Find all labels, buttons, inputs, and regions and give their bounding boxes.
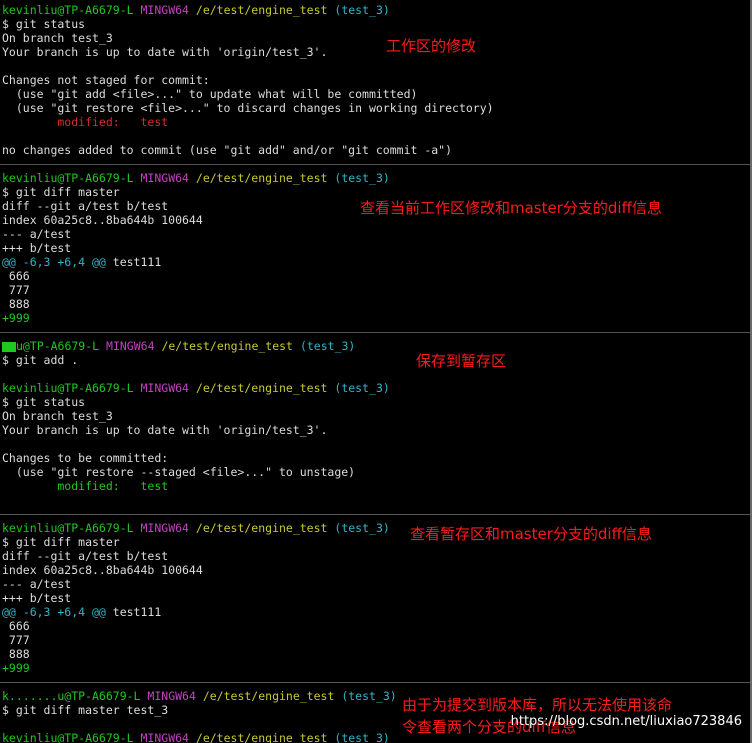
output-line: Changes to be committed:: [2, 451, 169, 465]
modified-line: modified: test: [2, 115, 168, 129]
diff-added: +999: [2, 311, 30, 325]
command-line: $ git add .: [2, 353, 79, 367]
prompt-user: kevinliu@TP-A6679-L: [2, 731, 134, 743]
prompt-branch: (test_3): [341, 689, 397, 703]
prompt-path: /e/test/engine_test: [202, 689, 335, 703]
output-line: (use "git add <file>..." to update what …: [2, 87, 418, 101]
terminal-window[interactable]: kevinliu@TP-A6679-L MINGW64 /e/test/engi…: [0, 0, 752, 743]
annotation-working-changes: 工作区的修改: [386, 37, 477, 55]
modified-line: modified: test: [2, 479, 168, 493]
output-line: no changes added to commit (use "git add…: [2, 143, 453, 157]
annotation-diff-staged: 查看暂存区和master分支的diff信息: [410, 525, 652, 543]
prompt-line: u@TP-A6679-L MINGW64 /e/test/engine_test…: [2, 339, 355, 353]
prompt-line: kevinliu@TP-A6679-L MINGW64 /e/test/engi…: [2, 731, 390, 743]
annotation-not-committed-line1: 由于为提交到版本库，所以无法使用该命: [402, 696, 673, 714]
prompt-path: /e/test/engine_test: [195, 731, 328, 743]
prompt-env: MINGW64: [140, 381, 189, 395]
hunk-range: @@ -6,3 +6,4 @@: [2, 255, 106, 269]
command-line: $ git diff master test_3: [2, 703, 169, 717]
diff-context: 777: [2, 633, 30, 647]
modified-file: test: [140, 479, 169, 493]
output-line: On branch test_3: [2, 409, 113, 423]
diff-index: index 60a25c8..8ba644b 100644: [2, 213, 203, 227]
prompt-user: k.......u@TP-A6679-L: [2, 689, 141, 703]
command-line: $ git diff master: [2, 535, 120, 549]
output-line: Changes not staged for commit:: [2, 73, 210, 87]
prompt-env: MINGW64: [140, 3, 189, 17]
prompt-line: kevinliu@TP-A6679-L MINGW64 /e/test/engi…: [2, 381, 390, 395]
prompt-user: kevinliu@TP-A6679-L: [2, 521, 134, 535]
command-line: $ git diff master: [2, 185, 120, 199]
watermark: https://blog.csdn.net/liuxiao723846: [510, 714, 742, 729]
prompt-branch: (test_3): [299, 339, 356, 353]
diff-context: 666: [2, 269, 30, 283]
output-line: (use "git restore <file>..." to discard …: [2, 101, 494, 115]
hunk-range: @@ -6,3 +6,4 @@: [2, 605, 106, 619]
divider: [0, 332, 750, 333]
prompt-env: MINGW64: [140, 521, 189, 535]
prompt-env: MINGW64: [140, 731, 189, 743]
diff-hunk: @@ -6,3 +6,4 @@ test111: [2, 255, 161, 269]
modified-label: modified:: [2, 115, 141, 129]
prompt-env: MINGW64: [147, 689, 196, 703]
modified-file: test: [140, 115, 169, 129]
annotation-stage: 保存到暂存区: [416, 352, 507, 370]
annotation-diff-working: 查看当前工作区修改和master分支的diff信息: [360, 199, 662, 217]
prompt-branch: (test_3): [334, 171, 390, 185]
prompt-env: MINGW64: [140, 171, 189, 185]
command-line: $ git status: [2, 17, 86, 31]
modified-label: modified:: [2, 479, 141, 493]
output-line: On branch test_3: [2, 31, 113, 45]
prompt-user: kevinliu@TP-A6679-L: [2, 381, 134, 395]
diff-header: diff --git a/test b/test: [2, 199, 169, 213]
diff-header: diff --git a/test b/test: [2, 549, 169, 563]
prompt-path: /e/test/engine_test: [195, 521, 328, 535]
diff-context: 777: [2, 283, 30, 297]
divider: [0, 164, 750, 165]
prompt-branch: (test_3): [334, 521, 390, 535]
prompt-env: MINGW64: [106, 339, 155, 353]
prompt-path: /e/test/engine_test: [195, 381, 328, 395]
command-line: $ git status: [2, 395, 86, 409]
diff-context: 888: [2, 647, 30, 661]
prompt-path: /e/test/engine_test: [161, 339, 293, 353]
output-line: (use "git restore --staged <file>..." to…: [2, 465, 356, 479]
diff-hunk: @@ -6,3 +6,4 @@ test111: [2, 605, 161, 619]
diff-minus-file: --- a/test: [2, 227, 72, 241]
diff-index: index 60a25c8..8ba644b 100644: [2, 563, 203, 577]
diff-plus-file: +++ b/test: [2, 591, 72, 605]
diff-plus-file: +++ b/test: [2, 241, 72, 255]
prompt-branch: (test_3): [334, 381, 390, 395]
divider: [0, 514, 750, 515]
divider: [0, 682, 750, 683]
diff-minus-file: --- a/test: [2, 577, 72, 591]
diff-context: 666: [2, 619, 30, 633]
prompt-path: /e/test/engine_test: [195, 171, 328, 185]
prompt-line: k.......u@TP-A6679-L MINGW64 /e/test/eng…: [2, 689, 397, 703]
prompt-branch: (test_3): [334, 3, 390, 17]
prompt-line: kevinliu@TP-A6679-L MINGW64 /e/test/engi…: [2, 171, 390, 185]
prompt-branch: (test_3): [334, 731, 390, 743]
hunk-context: test111: [105, 605, 162, 619]
diff-added: +999: [2, 661, 30, 675]
output-line: Your branch is up to date with 'origin/t…: [2, 45, 328, 59]
hunk-context: test111: [105, 255, 162, 269]
diff-context: 888: [2, 297, 30, 311]
redaction-block: [2, 341, 16, 352]
prompt-path: /e/test/engine_test: [195, 3, 328, 17]
prompt-line: kevinliu@TP-A6679-L MINGW64 /e/test/engi…: [2, 521, 390, 535]
output-line: Your branch is up to date with 'origin/t…: [2, 423, 328, 437]
prompt-user: kevinliu@TP-A6679-L: [2, 3, 134, 17]
prompt-user: kevinliu@TP-A6679-L: [2, 171, 134, 185]
prompt-user: u@TP-A6679-L: [16, 339, 100, 353]
prompt-line: kevinliu@TP-A6679-L MINGW64 /e/test/engi…: [2, 3, 390, 17]
